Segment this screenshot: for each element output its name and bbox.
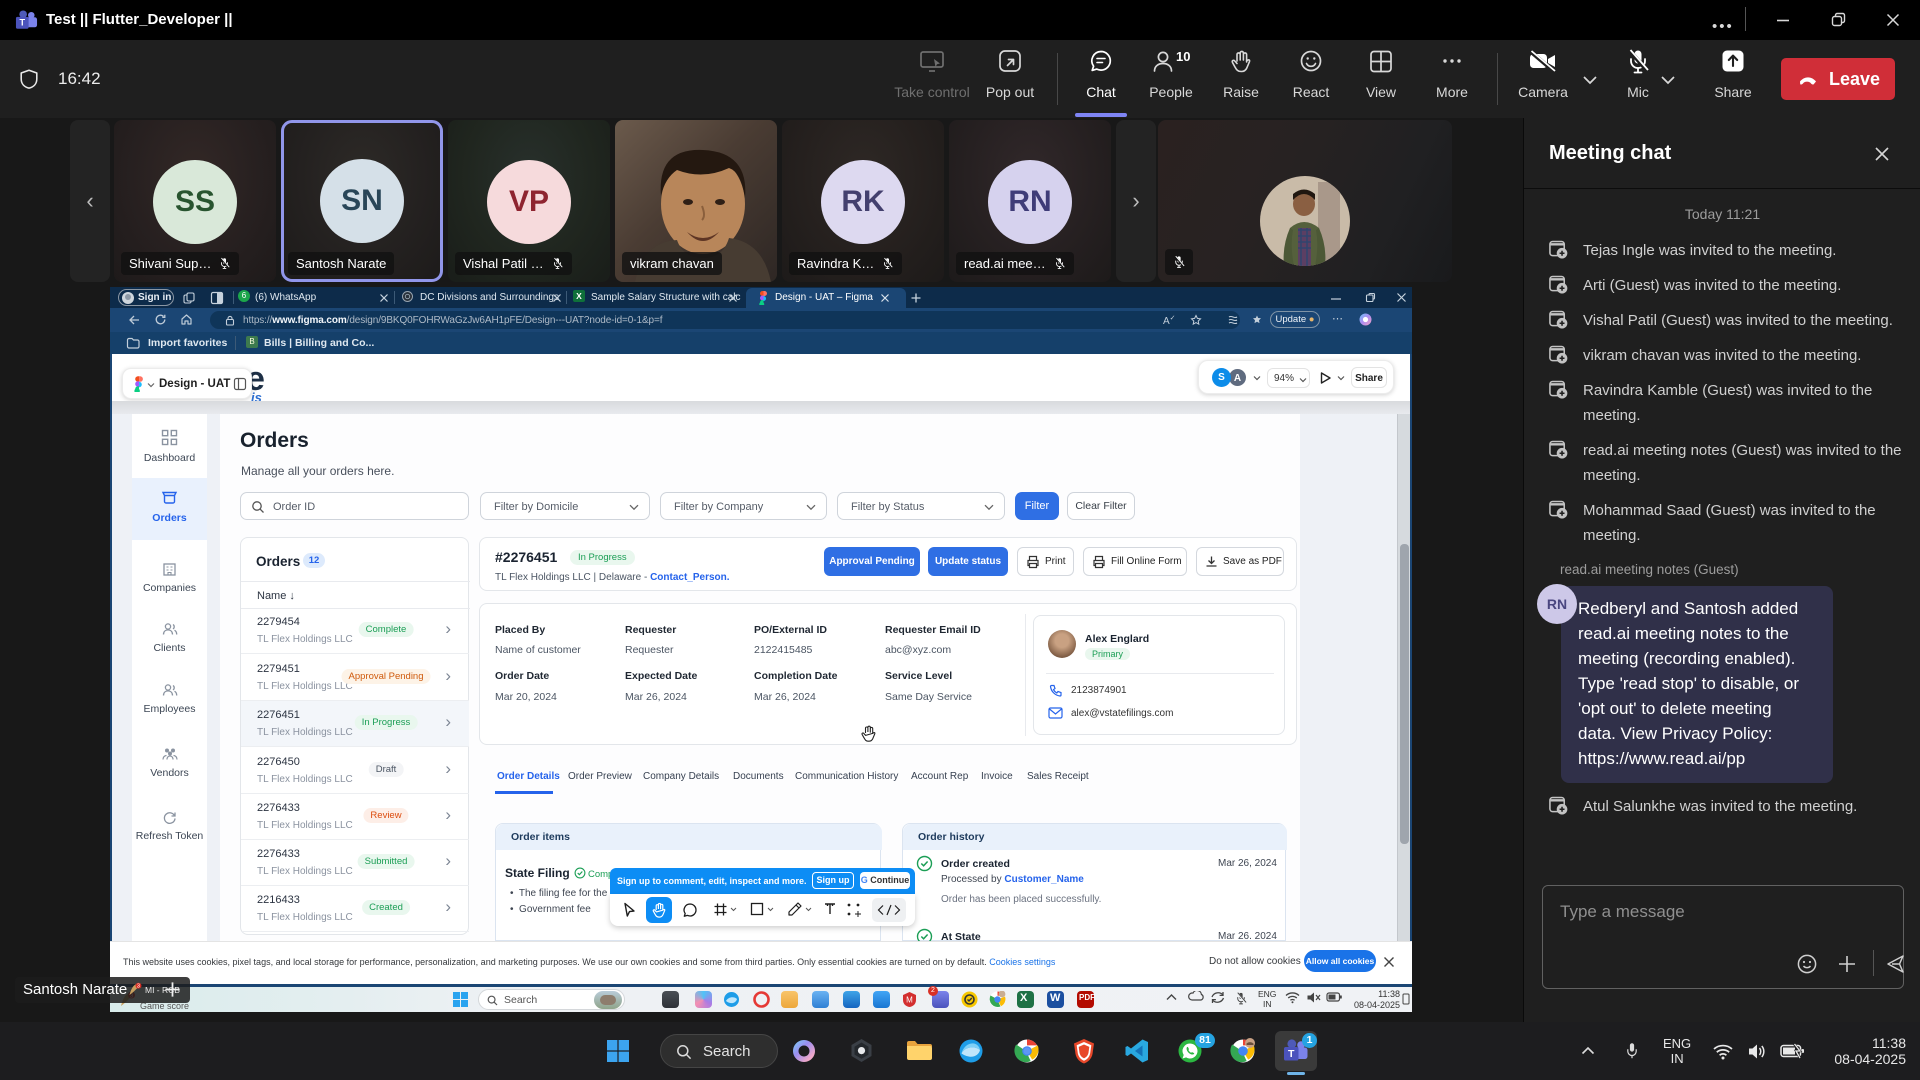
- svg-text:T: T: [1288, 1048, 1295, 1060]
- svg-text:3: 3: [137, 984, 140, 990]
- svg-text:T: T: [20, 18, 26, 28]
- svg-text:M: M: [906, 996, 913, 1005]
- svg-text:10: 10: [1176, 49, 1190, 64]
